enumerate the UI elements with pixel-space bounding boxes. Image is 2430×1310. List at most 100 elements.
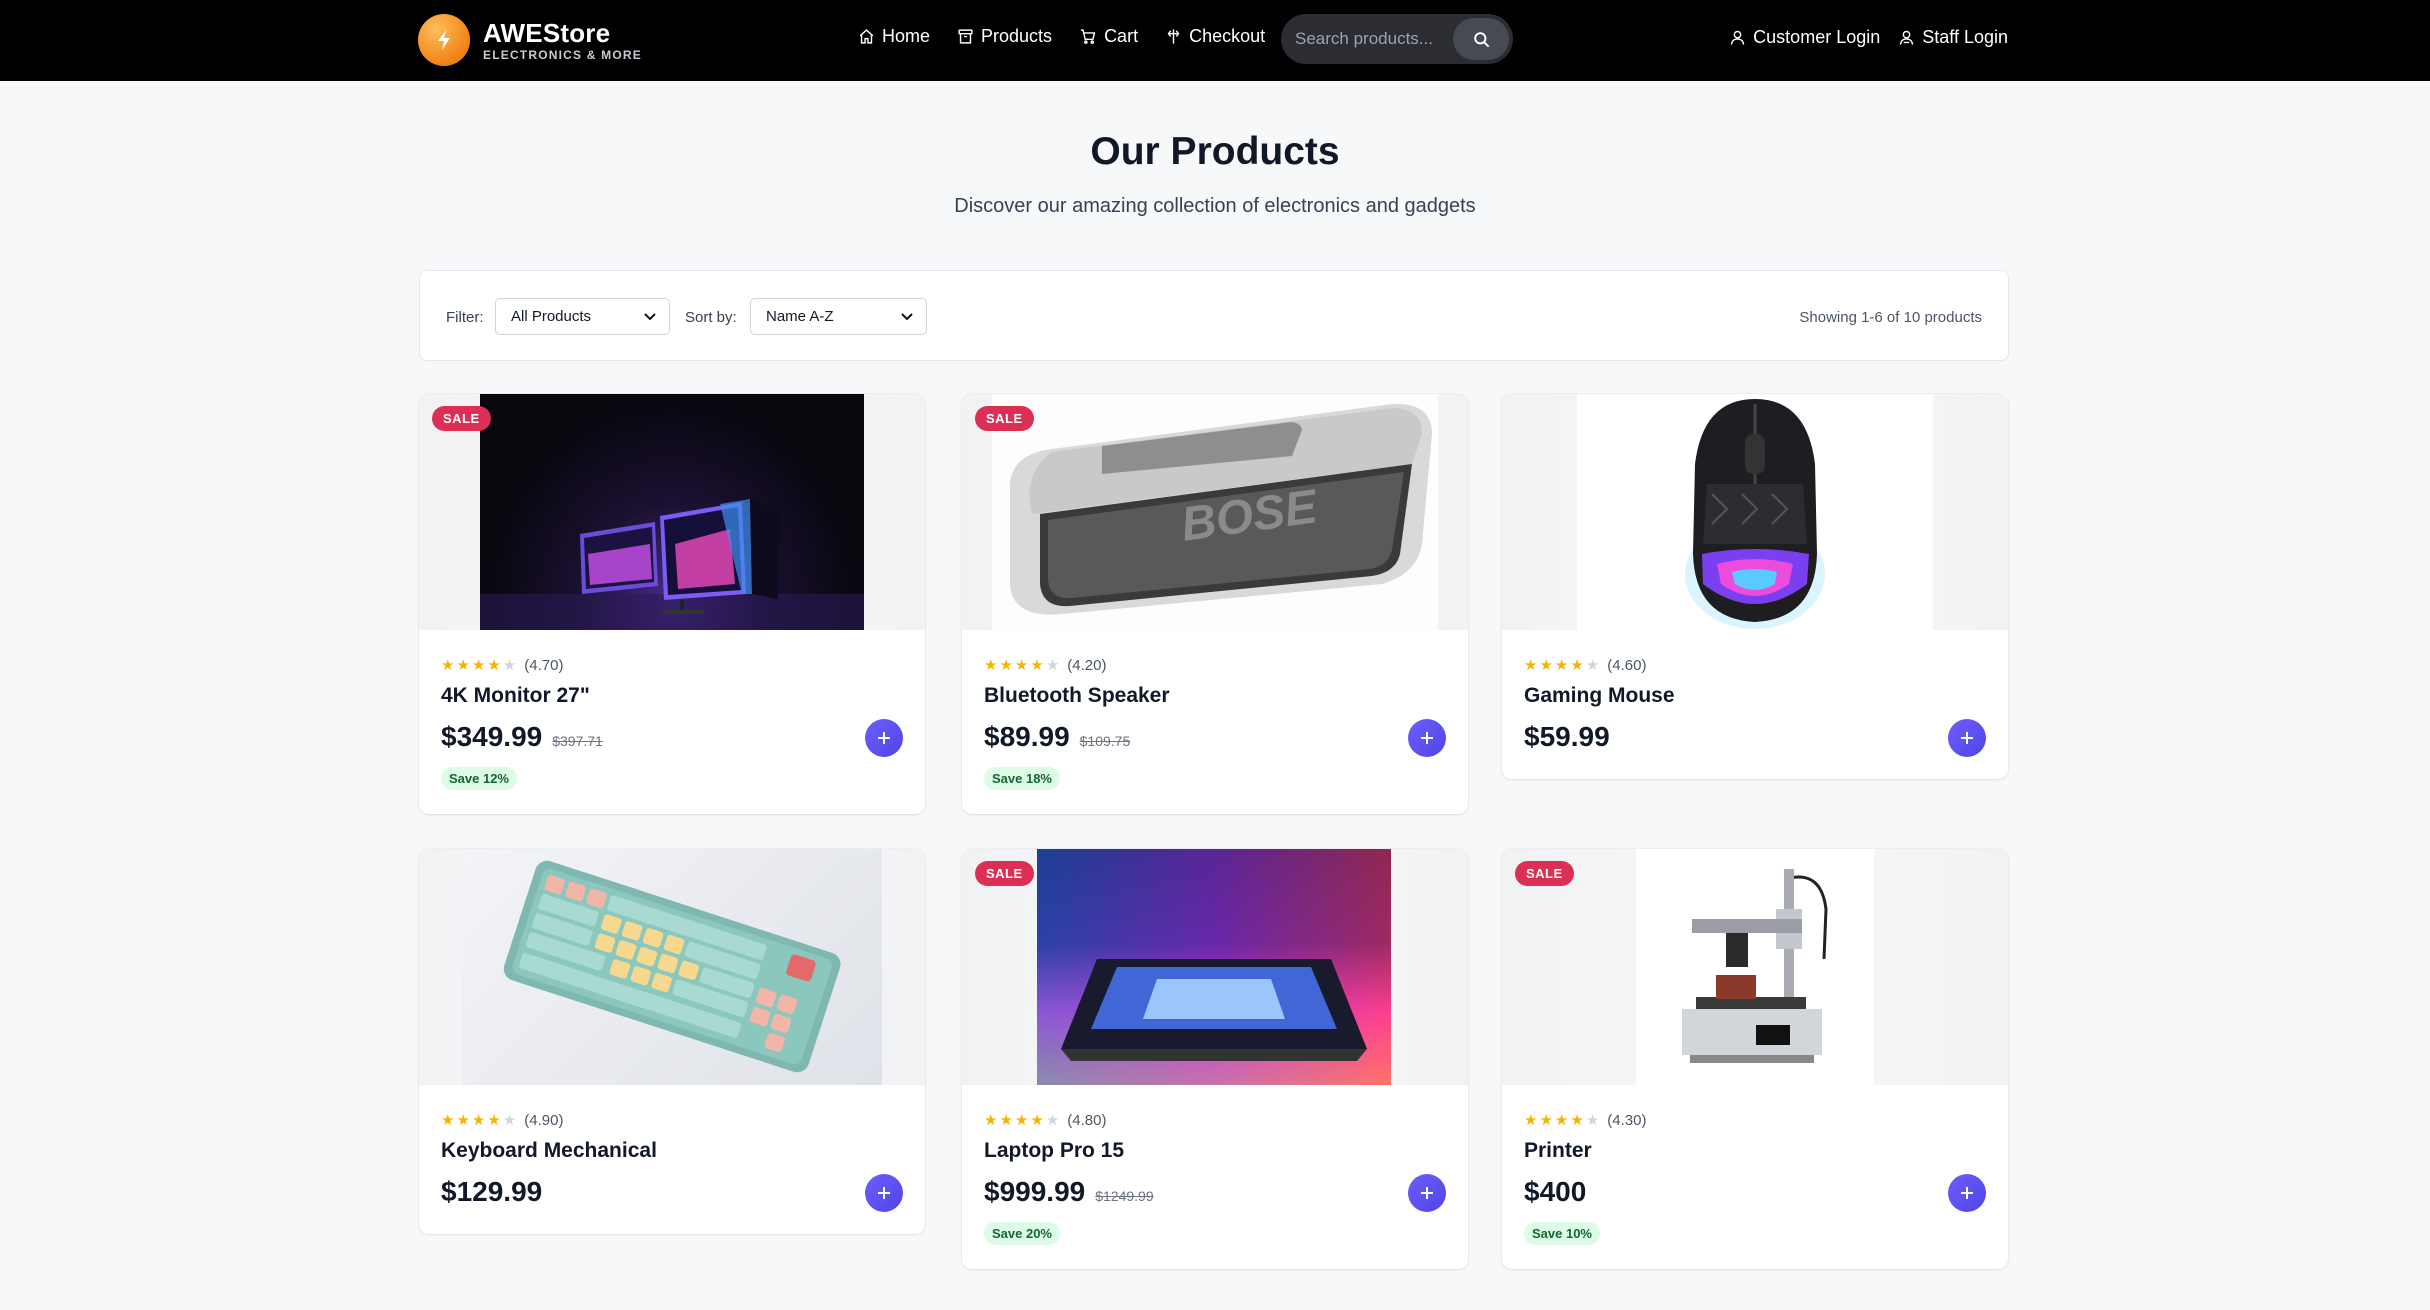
price: $59.99 <box>1524 721 1610 752</box>
save-badge: Save 12% <box>441 767 517 790</box>
product-card[interactable]: SALE ★ ★ ★ ★ ★ (4.70) 4K Monitor 27" $349.99… <box>419 394 925 814</box>
staff-login-link[interactable]: Staff Login <box>1898 27 2008 48</box>
sort-select[interactable]: Name A-Z <box>750 298 927 335</box>
filter-select[interactable]: All Products <box>495 298 670 335</box>
add-to-cart-button[interactable] <box>1408 1174 1446 1212</box>
search-button[interactable] <box>1453 18 1509 60</box>
star-icon: ★ <box>1045 1112 1060 1129</box>
star-icon: ★ <box>999 657 1013 674</box>
nav-cart[interactable]: Cart <box>1079 26 1138 47</box>
staff-login-label: Staff Login <box>1922 27 2008 47</box>
price: $129.99 <box>441 1176 543 1207</box>
add-to-cart-button[interactable] <box>865 719 903 757</box>
top-navbar: AWEStore ELECTRONICS & MORE Home Product… <box>0 0 2430 81</box>
chevron-down-icon <box>644 313 656 321</box>
rating: ★ ★ ★ ★ ★ (4.20) <box>984 657 1106 674</box>
page-title: Our Products <box>1090 130 1340 173</box>
product-card[interactable]: BOSE SALE ★ ★ ★ ★ ★ (4.20) Bluetooth Speaker… <box>962 394 1468 814</box>
mouse-image <box>1577 394 1933 630</box>
rating: ★ ★ ★ ★ ★ (4.60) <box>1524 657 1646 674</box>
old-price: $397.71 <box>552 733 603 749</box>
customer-login-label: Customer Login <box>1753 27 1881 47</box>
star-icon: ★ <box>441 1112 455 1129</box>
nav-checkout-label: Checkout <box>1189 26 1266 46</box>
product-card[interactable]: ★ ★ ★ ★ ★ (4.60) Gaming Mouse $59.99 <box>1502 394 2008 779</box>
page-subtitle: Discover our amazing collection of elect… <box>954 195 1476 217</box>
checkout-icon <box>1167 29 1180 44</box>
product-name[interactable]: 4K Monitor 27" <box>441 684 590 708</box>
nav-products-label: Products <box>981 26 1053 46</box>
star-icon: ★ <box>456 1112 470 1129</box>
customer-login-link[interactable]: Customer Login <box>1729 27 1880 48</box>
product-name[interactable]: Bluetooth Speaker <box>984 684 1170 708</box>
nav-home[interactable]: Home <box>858 26 930 47</box>
product-name[interactable]: Keyboard Mechanical <box>441 1139 657 1163</box>
product-name[interactable]: Laptop Pro 15 <box>984 1139 1124 1163</box>
staff-icon <box>1900 30 1914 45</box>
save-badge: Save 20% <box>984 1222 1060 1245</box>
sale-badge: SALE <box>1515 861 1574 886</box>
product-name[interactable]: Printer <box>1524 1139 1592 1163</box>
price-row: $400 <box>1524 1176 1586 1208</box>
rating: ★ ★ ★ ★ ★ (4.30) <box>1524 1112 1646 1129</box>
nav-checkout[interactable]: Checkout <box>1165 26 1265 47</box>
brand-text: AWEStore ELECTRONICS & MORE <box>483 19 642 62</box>
star-icon: ★ <box>1570 1112 1584 1129</box>
user-icon <box>1730 30 1745 45</box>
nav-products[interactable]: Products <box>957 26 1052 47</box>
brand[interactable]: AWEStore ELECTRONICS & MORE <box>418 14 642 66</box>
search-input[interactable] <box>1281 29 1449 49</box>
star-icon: ★ <box>456 657 470 674</box>
price-row: $349.99 $397.71 <box>441 721 603 753</box>
rating-value: (4.70) <box>524 657 564 674</box>
filter-bar: Filter: All Products Sort by: Name A-Z S… <box>419 270 2009 361</box>
star-icon: ★ <box>1030 657 1044 674</box>
product-card[interactable]: SALE ★ ★ ★ ★ ★ (4.80) Laptop Pro 15 $999.99 … <box>962 849 1468 1269</box>
plus-icon <box>1421 732 1433 744</box>
star-icon: ★ <box>1554 657 1569 674</box>
product-card[interactable]: SALE ★ ★ ★ ★ ★ (4.30) Printer $400 Save 10% <box>1502 849 2008 1269</box>
product-image-area[interactable]: SALE <box>962 849 1468 1085</box>
filter-select-value: All Products <box>511 308 592 325</box>
price: $400 <box>1524 1176 1587 1207</box>
filter-label: Filter: <box>446 309 484 326</box>
product-image-area[interactable]: SALE <box>419 394 925 630</box>
price-row: $89.99 $109.75 <box>984 721 1130 753</box>
nav-cart-label: Cart <box>1104 26 1139 46</box>
laptop-image <box>1037 849 1391 1085</box>
keyboard-image <box>462 849 882 1085</box>
save-badge: Save 10% <box>1524 1222 1600 1245</box>
save-badge: Save 18% <box>984 767 1060 790</box>
star-icon: ★ <box>1524 657 1538 674</box>
price: $999.99 <box>984 1176 1086 1207</box>
add-to-cart-button[interactable] <box>1948 719 1986 757</box>
product-image-area[interactable]: SALE <box>1502 849 2008 1085</box>
star-icon: ★ <box>1524 1112 1538 1129</box>
price-row: $999.99 $1249.99 <box>984 1176 1154 1208</box>
add-to-cart-button[interactable] <box>1408 719 1446 757</box>
lightning-logo-icon <box>418 14 470 66</box>
plus-icon <box>878 732 890 744</box>
star-icon: ★ <box>502 1112 517 1129</box>
add-to-cart-button[interactable] <box>1948 1174 1986 1212</box>
star-icon: ★ <box>1539 1112 1553 1129</box>
add-to-cart-button[interactable] <box>865 1174 903 1212</box>
sale-badge: SALE <box>975 861 1034 886</box>
results-count: Showing 1-6 of 10 products <box>1799 309 1982 326</box>
star-icon: ★ <box>984 657 998 674</box>
monitor-image <box>480 394 864 630</box>
product-image-area[interactable] <box>1502 394 2008 630</box>
star-icon: ★ <box>502 657 517 674</box>
product-name[interactable]: Gaming Mouse <box>1524 684 1675 708</box>
product-image-area[interactable] <box>419 849 925 1085</box>
rating-value: (4.30) <box>1607 1112 1647 1129</box>
printer-image <box>1636 849 1874 1085</box>
rating-value: (4.60) <box>1607 657 1647 674</box>
star-icon: ★ <box>1014 1112 1029 1129</box>
rating-value: (4.20) <box>1067 657 1107 674</box>
product-card[interactable]: ★ ★ ★ ★ ★ (4.90) Keyboard Mechanical $129.99 <box>419 849 925 1234</box>
sort-select-value: Name A-Z <box>766 308 834 325</box>
star-icon: ★ <box>487 1112 501 1129</box>
product-image-area[interactable]: BOSE SALE <box>962 394 1468 630</box>
price-row: $129.99 <box>441 1176 542 1208</box>
